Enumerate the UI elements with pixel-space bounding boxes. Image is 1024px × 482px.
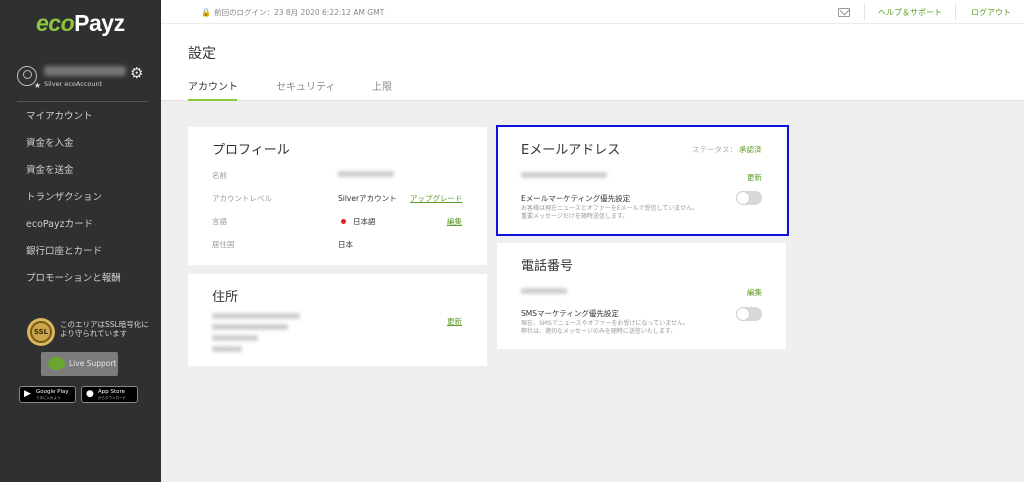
avatar-icon: ★ [17,66,41,90]
live-support-button[interactable]: Live Support [41,352,118,376]
ecopayz-logo[interactable]: ecoPayz [36,10,125,37]
lock-icon: 🔒 [201,8,211,17]
active-tab-indicator [188,99,237,101]
account-level-value: Silverアカウント [338,194,397,203]
sidebar-item-promotions[interactable]: プロモーションと報酬 [0,265,161,292]
address-update-link[interactable]: 更新 [447,316,462,327]
google-play-badge[interactable]: ▶ Google Play で手に入れよう [19,386,76,403]
email-marketing-title: Eメールマーケティング優先設定 [521,194,631,203]
account-level-label: アカウントレベル [212,194,272,203]
tab-limits[interactable]: 上限 [372,78,392,93]
address-title: 住所 [212,290,239,305]
sms-marketing-desc-2: 弊社は、適切なメッセージのみを随時に送信いたします。 [521,328,677,335]
account-type: Silver ecoAccount [44,80,103,88]
sidebar-item-deposit[interactable]: 資金を入金 [0,130,161,157]
help-support-link[interactable]: ヘルプ＆サポート [878,7,942,18]
profile-card: プロフィール 名前 アカウントレベル Silverアカウント アップグレード 言… [188,127,487,265]
upgrade-link[interactable]: アップグレード [410,193,463,204]
mail-icon[interactable] [838,8,850,17]
chat-bubble-icon [48,357,65,370]
separator [955,4,956,20]
user-name-blurred [44,66,126,76]
language-value: 日本語 [353,217,376,226]
name-value-blurred [338,171,394,177]
separator [864,4,865,20]
language-label: 言語 [212,217,227,226]
email-status-value: 承認済 [739,145,762,154]
email-title: Eメールアドレス [521,143,621,158]
top-bar: 🔒 前回のログイン：23 8月 2020 6:22:12 AM GMT ヘルプ＆サ… [161,0,1024,24]
sidebar: ecoPayz ★ Silver ecoAccount ⚙ マイアカウント 資金… [0,0,161,482]
last-login: 🔒 前回のログイン：23 8月 2020 6:22:12 AM GMT [201,8,385,17]
phone-card: 電話番号 編集 SMSマーケティング優先設定 現在、SMSでニュースやオファーを… [497,243,786,349]
sidebar-item-transactions[interactable]: トランザクション [0,184,161,211]
email-marketing-desc-2: 重要メッセージだけを随時送信します。 [521,213,629,220]
ssl-badge-icon: SSL [27,318,55,346]
profile-title: プロフィール [212,143,290,158]
logout-link[interactable]: ログアウト [971,7,1011,18]
live-support-label: Live Support [69,359,117,368]
app-store-badge[interactable]: ● App Store からダウンロード [81,386,138,403]
ssl-notice: SSL このエリアはSSL暗号化により守られています [27,318,149,346]
header: 🔒 前回のログイン：23 8月 2020 6:22:12 AM GMT ヘルプ＆サ… [161,0,1024,101]
email-value-blurred [521,172,607,178]
email-marketing-toggle[interactable] [736,191,762,205]
address-line-blurred [212,335,258,341]
sms-marketing-toggle[interactable] [736,307,762,321]
address-line-blurred [212,313,300,319]
language-edit-link[interactable]: 編集 [447,216,462,227]
phone-title: 電話番号 [521,259,574,274]
name-label: 名前 [212,171,227,180]
sidebar-divider [17,101,148,102]
apple-icon: ● [86,389,94,399]
country-value: 日本 [338,240,353,249]
japan-flag-icon [341,219,346,224]
phone-value-blurred [521,288,567,294]
tab-account[interactable]: アカウント [188,78,238,93]
sidebar-item-my-account[interactable]: マイアカウント [0,103,161,130]
page-title: 設定 [188,46,216,62]
email-status-label: ステータス： [692,145,737,154]
sms-marketing-desc-1: 現在、SMSでニュースやオファーをお受けになっていません。 [521,320,690,327]
email-card: Eメールアドレス ステータス： 承認済 更新 Eメールマーケティング優先設定 お… [497,127,786,234]
sidebar-item-send[interactable]: 資金を送金 [0,157,161,184]
sidebar-item-bank[interactable]: 銀行口座とカード [0,238,161,265]
user-profile[interactable]: ★ Silver ecoAccount ⚙ [17,64,147,92]
gear-icon[interactable]: ⚙ [130,66,143,81]
phone-edit-link[interactable]: 編集 [747,287,762,298]
sms-marketing-title: SMSマーケティング優先設定 [521,309,619,318]
email-marketing-desc-1: お客様は現在ニュースとオファーをEメールで受信していません。 [521,205,699,212]
email-update-link[interactable]: 更新 [747,172,762,183]
address-line-blurred [212,324,288,330]
address-line-blurred [212,346,242,352]
tab-security[interactable]: セキュリティ [276,78,335,93]
google-play-icon: ▶ [24,389,31,399]
ssl-text: このエリアはSSL暗号化により守られています [60,320,149,338]
country-label: 居住国 [212,240,235,249]
sidebar-item-card[interactable]: ecoPayzカード [0,211,161,238]
sidebar-nav: マイアカウント 資金を入金 資金を送金 トランザクション ecoPayzカード … [0,103,161,292]
address-card: 住所 更新 [188,274,487,366]
